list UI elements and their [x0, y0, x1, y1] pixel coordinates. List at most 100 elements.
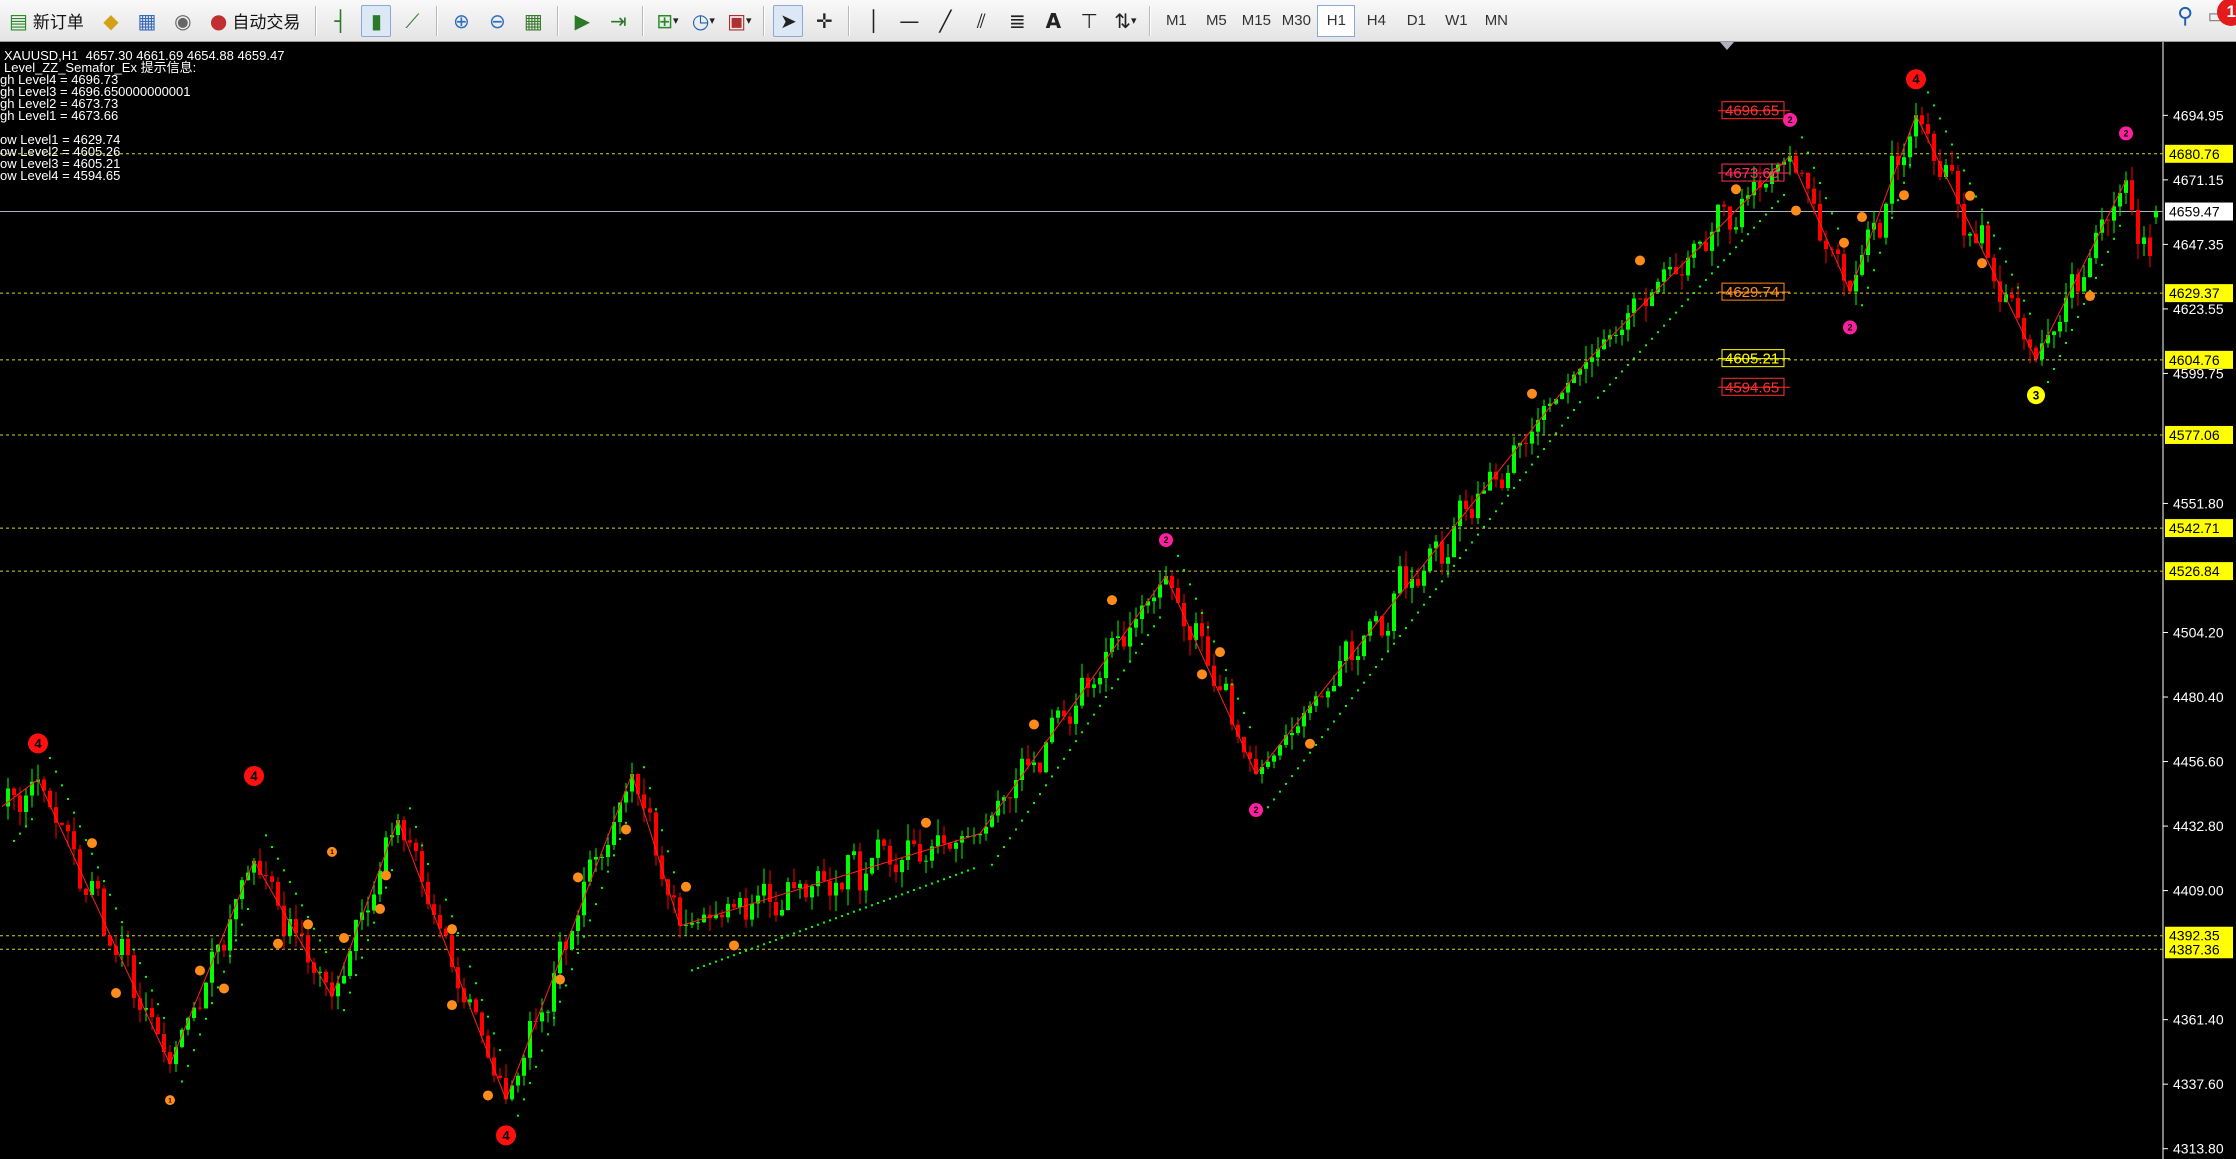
chart-shift-icon: ⇥ — [609, 8, 627, 33]
sar-dot — [229, 955, 231, 958]
arrows-button[interactable]: ⇅ ▾ — [1110, 5, 1140, 37]
sar-dot — [997, 854, 999, 857]
timeframe-m30-button[interactable]: M30 — [1277, 5, 1315, 37]
line-chart-button[interactable]: ⟋ — [397, 5, 427, 37]
vertical-line-button[interactable]: │ — [858, 5, 888, 37]
sar-dot — [247, 907, 249, 910]
horizontal-line-icon: — — [899, 8, 920, 33]
indicators-button[interactable]: ⊞ ▾ — [652, 5, 682, 37]
sar-dot — [2053, 367, 2055, 370]
crosshair-button[interactable]: ✛ — [809, 5, 839, 37]
price-chart[interactable]: 4 1 4 1 4 2 2 2 2 4 3 2 4696.65 4673.66 4629.74 4605.21… — [0, 42, 2236, 1159]
timeframe-m5-button[interactable]: M5 — [1197, 5, 1235, 37]
bull-candle — [1044, 742, 1048, 773]
sar-dot — [859, 908, 861, 911]
bull-candle — [396, 820, 400, 835]
sar-dot — [835, 917, 837, 920]
notification-button[interactable]: ▭ 1 — [2207, 0, 2236, 29]
sar-dot — [565, 984, 567, 987]
sar-dot — [871, 904, 873, 907]
equidistant-channel-button[interactable]: ⫽ — [966, 5, 996, 37]
text-button[interactable]: A — [1038, 5, 1068, 37]
print-button[interactable]: ▦ — [132, 5, 162, 37]
bull-candle — [1884, 203, 1888, 238]
bull-candle — [798, 883, 802, 889]
sar-dot — [1987, 221, 1989, 224]
bull-candle — [516, 1075, 520, 1086]
chart-shift-button[interactable]: ⇥ — [603, 5, 633, 37]
zoom-in-button[interactable]: ⊕ — [446, 5, 476, 37]
bear-candle — [1800, 172, 1804, 174]
text-label-button[interactable]: ⊤ — [1074, 5, 1104, 37]
crosshair-icon: ✛ — [815, 8, 833, 33]
sar-dot — [1963, 169, 1965, 172]
sar-dot — [1105, 695, 1107, 698]
sar-dot — [1765, 213, 1767, 216]
sar-dot — [529, 1082, 531, 1085]
bull-candle — [1074, 705, 1078, 724]
bull-candle — [1296, 726, 1300, 733]
semafor-marker — [2085, 291, 2095, 302]
auto-trade-button[interactable]: ● 自动交易 — [204, 5, 306, 37]
periods-button[interactable]: ◷ ▾ — [688, 5, 718, 37]
cursor-button[interactable]: ➤ — [773, 4, 804, 37]
signal-button[interactable]: ◉ — [168, 5, 198, 37]
toolbar-separator — [1149, 5, 1151, 36]
trendline-button[interactable]: ╱ — [930, 5, 960, 37]
sar-dot — [1393, 642, 1395, 645]
sar-dot — [223, 970, 225, 973]
bull-candle — [1908, 136, 1912, 158]
bear-candle — [1440, 541, 1444, 564]
bull-candle — [696, 922, 700, 924]
sar-dot — [1345, 704, 1347, 707]
sar-dot — [1741, 239, 1743, 242]
bull-candle — [1032, 762, 1036, 766]
new-order-button[interactable]: ▤ 新订单 — [3, 5, 90, 37]
tile-windows-button[interactable]: ▦ — [518, 5, 548, 37]
sar-dot — [1681, 305, 1683, 308]
gold-button[interactable]: ◆ — [96, 5, 126, 37]
text-icon: A — [1045, 8, 1062, 33]
bear-candle — [1998, 281, 2002, 303]
fibonacci-button[interactable]: ≣ — [1002, 5, 1032, 37]
sar-dot — [1207, 626, 1209, 629]
sar-dot — [961, 871, 963, 874]
sar-dot — [205, 1017, 207, 1020]
timeframe-w1-button[interactable]: W1 — [1437, 5, 1475, 37]
bear-candle — [1920, 115, 1924, 125]
bull-candle — [1290, 732, 1294, 736]
templates-button[interactable]: ▣ ▾ — [724, 5, 754, 37]
timeframe-d1-button[interactable]: D1 — [1397, 5, 1435, 37]
zoom-out-button[interactable]: ⊖ — [482, 5, 512, 37]
timeframe-m1-button[interactable]: M1 — [1157, 5, 1195, 37]
sar-dot — [955, 873, 957, 876]
sar-dot — [775, 938, 777, 941]
sar-dot — [1597, 396, 1599, 399]
timeframe-m15-button[interactable]: M15 — [1237, 5, 1275, 37]
sar-dot — [577, 951, 579, 954]
timeframe-h4-button[interactable]: H4 — [1357, 5, 1395, 37]
autoscroll-button[interactable]: ▶ — [567, 5, 597, 37]
toolbar-separator — [557, 5, 559, 36]
sar-dot — [1633, 357, 1635, 360]
bear-candle — [102, 888, 106, 936]
timeframe-mn-button[interactable]: MN — [1477, 5, 1515, 37]
sar-dot — [289, 881, 291, 884]
search-icon[interactable]: ⚲ — [2177, 4, 2193, 29]
bear-candle — [942, 835, 946, 844]
vertical-line-icon: │ — [867, 8, 880, 33]
sar-dot — [187, 1064, 189, 1067]
price-tag-label: 4542.71 — [2169, 520, 2220, 536]
timeframe-h1-button[interactable]: H1 — [1317, 4, 1356, 37]
bar-chart-button[interactable]: ┤ — [325, 5, 355, 37]
candle-chart-button[interactable]: ▮ — [361, 4, 392, 37]
bull-candle — [1530, 431, 1534, 444]
semafor-marker — [681, 881, 691, 892]
bear-candle — [840, 882, 844, 890]
horizontal-line-button[interactable]: — — [894, 5, 924, 37]
bull-candle — [1116, 636, 1120, 639]
bull-candle — [6, 788, 10, 807]
bull-candle — [762, 883, 766, 896]
sar-dot — [67, 798, 69, 801]
bull-candle — [936, 835, 940, 847]
